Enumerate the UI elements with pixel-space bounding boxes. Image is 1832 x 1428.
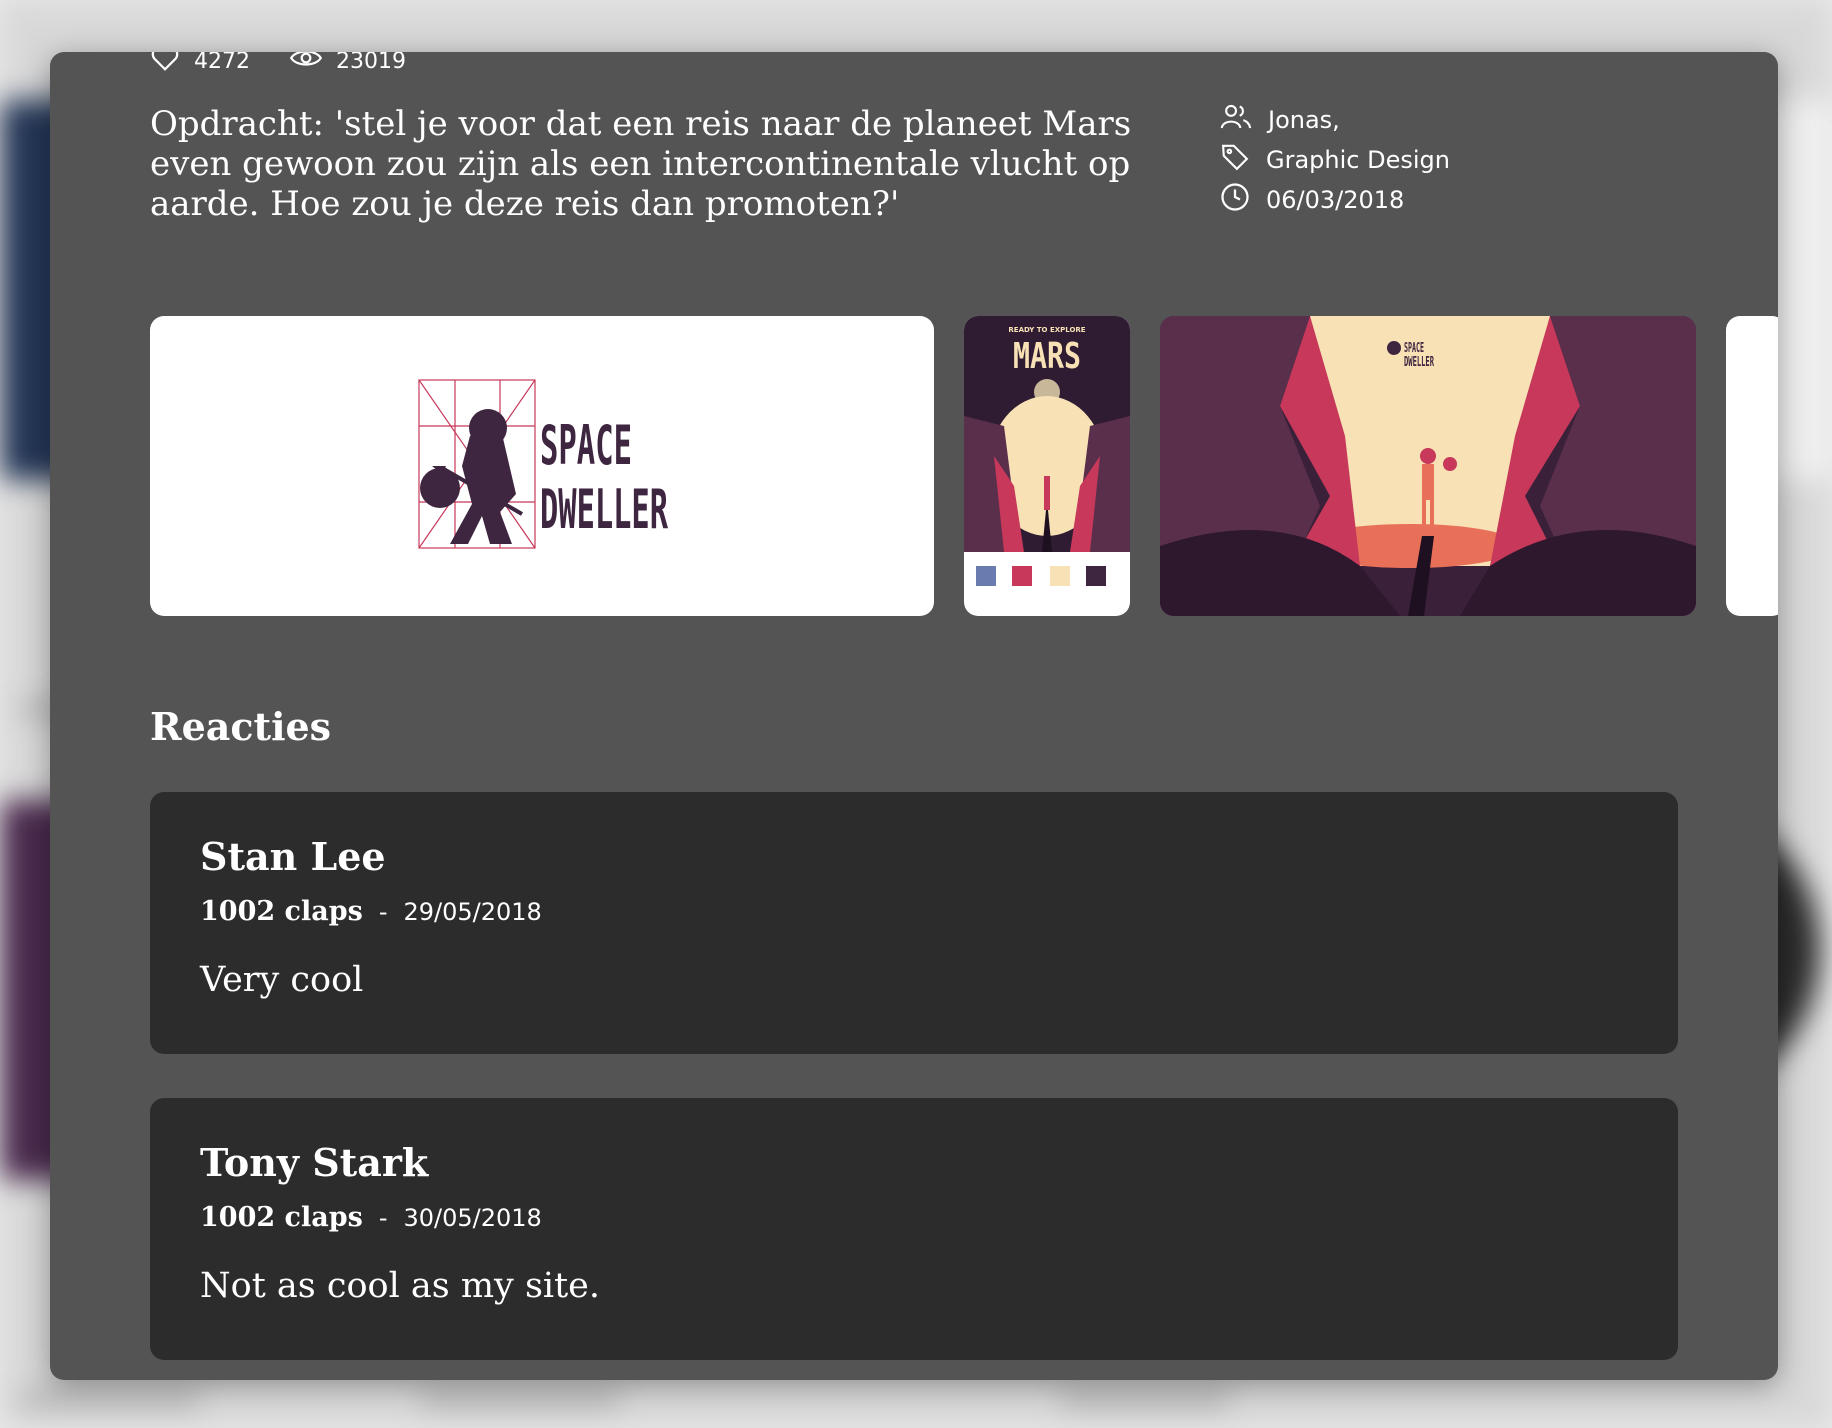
comment-claps: 1002 claps <box>200 896 363 927</box>
scene-logo-space: SPACE <box>1404 341 1424 356</box>
comments-section-title: Reacties <box>150 704 332 749</box>
logo-word-space: SPACE <box>540 414 632 477</box>
heart-icon[interactable] <box>150 52 180 78</box>
project-stats: 4272 23019 <box>150 52 406 78</box>
category-label[interactable]: Graphic Design <box>1266 146 1450 174</box>
comment-meta: 1002 claps - 30/05/2018 <box>200 1202 542 1233</box>
comment-claps: 1002 claps <box>200 1202 363 1233</box>
meta-author: Jonas, <box>1220 100 1450 140</box>
comment-author[interactable]: Tony Stark <box>200 1140 428 1185</box>
like-count: 4272 <box>194 52 250 74</box>
comment-text: Not as cool as my site. <box>200 1266 601 1306</box>
project-gallery: SPACE DWELLER READY TO EXPLORE MARS SPAC… <box>150 316 1778 616</box>
meta-date: 06/03/2018 <box>1220 180 1450 220</box>
comment-author[interactable]: Stan Lee <box>200 834 386 879</box>
users-icon <box>1220 103 1252 137</box>
meta-category: Graphic Design <box>1220 140 1450 180</box>
gallery-image-logo[interactable]: SPACE DWELLER <box>150 316 934 616</box>
comment-meta: 1002 claps - 29/05/2018 <box>200 896 542 927</box>
comment-card: Tony Stark 1002 claps - 30/05/2018 Not a… <box>150 1098 1678 1360</box>
gallery-image-canyon-scene[interactable]: SPACE DWELLER <box>1160 316 1696 616</box>
poster-title: MARS <box>1013 336 1081 377</box>
eye-icon <box>289 52 323 76</box>
project-detail-modal: 4272 23019 Opdracht: 'stel je voor dat e… <box>50 52 1778 1380</box>
publish-date: 06/03/2018 <box>1266 186 1405 214</box>
comment-date: 30/05/2018 <box>403 1203 542 1232</box>
project-description: Opdracht: 'stel je voor dat een reis naa… <box>150 104 1132 224</box>
logo-word-dweller: DWELLER <box>540 478 668 541</box>
view-count: 23019 <box>336 52 406 74</box>
clock-icon <box>1220 182 1250 218</box>
view-stat: 23019 <box>289 52 406 76</box>
poster-color-swatches <box>976 566 1106 586</box>
tag-icon <box>1220 142 1250 178</box>
author-name[interactable]: Jonas, <box>1268 106 1340 134</box>
comment-separator: - <box>378 1203 388 1232</box>
poster-tagline: READY TO EXPLORE <box>1008 326 1085 334</box>
gallery-image-next[interactable] <box>1726 316 1778 616</box>
project-meta: Jonas, Graphic Design 06/03/2018 <box>1220 100 1450 220</box>
like-stat[interactable]: 4272 <box>150 52 250 78</box>
scene-logo-dweller: DWELLER <box>1404 355 1434 370</box>
gallery-image-poster[interactable]: READY TO EXPLORE MARS <box>964 316 1130 616</box>
comment-separator: - <box>378 897 388 926</box>
comment-text: Very cool <box>200 960 364 1000</box>
comment-date: 29/05/2018 <box>403 897 542 926</box>
comment-card: Stan Lee 1002 claps - 29/05/2018 Very co… <box>150 792 1678 1054</box>
